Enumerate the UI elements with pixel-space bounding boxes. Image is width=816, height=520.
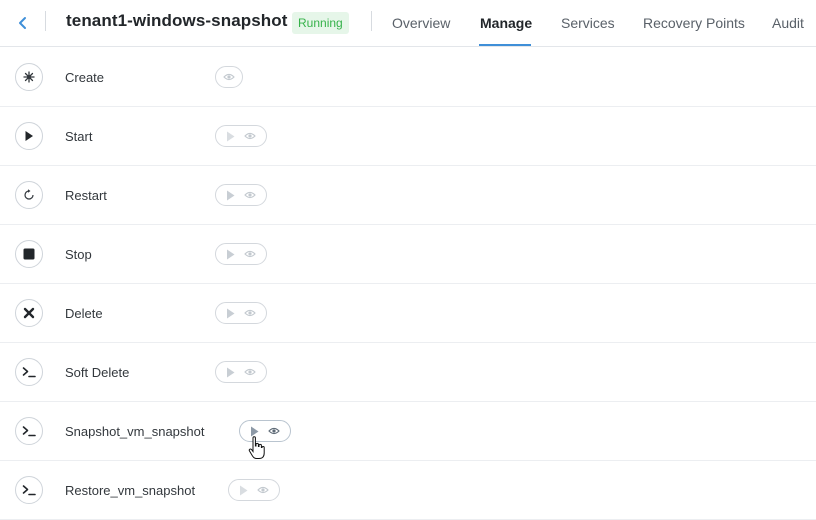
action-label: Restore_vm_snapshot xyxy=(65,483,196,498)
play-icon xyxy=(226,190,235,200)
play-icon xyxy=(25,131,33,141)
eye-icon xyxy=(268,427,281,435)
action-controls xyxy=(215,243,267,265)
action-icon xyxy=(15,417,43,445)
action-row-snapshot-vm-snapshot: Snapshot_vm_snapshot xyxy=(0,402,816,461)
action-label: Delete xyxy=(65,306,103,321)
action-controls xyxy=(228,479,280,501)
action-label: Create xyxy=(65,70,105,85)
play-icon xyxy=(226,131,235,141)
action-row-restart: Restart xyxy=(0,166,816,225)
view-button[interactable] xyxy=(244,132,257,140)
header-divider xyxy=(45,11,46,31)
run-button[interactable] xyxy=(226,249,235,260)
action-icon xyxy=(15,63,43,91)
action-controls xyxy=(215,302,267,324)
chevron-left-icon xyxy=(19,17,26,29)
action-label: Restart xyxy=(65,188,107,203)
tab-recovery-points[interactable]: Recovery Points xyxy=(643,15,745,31)
action-row-delete: Delete xyxy=(0,284,816,343)
action-icon xyxy=(15,240,43,268)
play-icon xyxy=(250,426,259,436)
terminal-icon xyxy=(22,426,36,437)
restart-icon xyxy=(24,189,34,200)
action-controls xyxy=(215,66,243,88)
eye-icon xyxy=(257,486,270,494)
eye-icon xyxy=(244,191,257,199)
eye-icon xyxy=(244,368,257,376)
action-row-create: Create xyxy=(0,48,816,107)
tab-audit[interactable]: Audit xyxy=(772,15,804,31)
run-button[interactable] xyxy=(226,367,235,378)
eye-icon xyxy=(244,309,257,317)
eye-icon xyxy=(244,250,257,258)
status-badge: Running xyxy=(292,12,349,34)
stop-icon xyxy=(23,248,35,260)
action-row-start: Start xyxy=(0,107,816,166)
action-label: Start xyxy=(65,129,93,144)
view-button[interactable] xyxy=(244,191,257,199)
header-divider xyxy=(371,11,372,31)
play-icon xyxy=(239,485,248,495)
terminal-icon xyxy=(22,485,36,496)
active-tab-indicator xyxy=(479,44,531,46)
action-icon xyxy=(15,476,43,504)
action-controls xyxy=(215,184,267,206)
action-label: Stop xyxy=(65,247,92,262)
run-button[interactable] xyxy=(226,190,235,201)
action-icon xyxy=(15,358,43,386)
action-controls xyxy=(239,420,291,442)
action-row-stop: Stop xyxy=(0,225,816,284)
page-title: tenant1-windows-snapshot xyxy=(66,11,288,30)
tab-overview[interactable]: Overview xyxy=(392,15,450,31)
back-button[interactable] xyxy=(12,12,34,34)
run-button[interactable] xyxy=(250,426,259,437)
close-icon xyxy=(23,307,35,319)
run-button[interactable] xyxy=(226,308,235,319)
eye-icon xyxy=(223,73,235,81)
run-button[interactable] xyxy=(226,131,235,142)
view-button[interactable] xyxy=(223,73,235,81)
play-icon xyxy=(226,308,235,318)
run-button[interactable] xyxy=(239,485,248,496)
action-icon xyxy=(15,299,43,327)
action-row-restore-vm-snapshot: Restore_vm_snapshot xyxy=(0,461,816,520)
page-header: tenant1-windows-snapshot Running Overvie… xyxy=(0,0,816,47)
action-label: Soft Delete xyxy=(65,365,130,380)
view-button[interactable] xyxy=(244,250,257,258)
action-icon xyxy=(15,122,43,150)
tab-manage[interactable]: Manage xyxy=(480,15,532,31)
action-controls xyxy=(215,361,267,383)
view-button[interactable] xyxy=(244,368,257,376)
view-button[interactable] xyxy=(268,427,281,435)
terminal-icon xyxy=(22,367,36,378)
play-icon xyxy=(226,367,235,377)
view-button[interactable] xyxy=(257,486,270,494)
tab-services[interactable]: Services xyxy=(561,15,615,31)
view-button[interactable] xyxy=(244,309,257,317)
action-row-soft-delete: Soft Delete xyxy=(0,343,816,402)
action-label: Snapshot_vm_snapshot xyxy=(65,424,205,439)
action-icon xyxy=(15,181,43,209)
play-icon xyxy=(226,249,235,259)
sparkle-icon xyxy=(23,71,35,83)
action-controls xyxy=(215,125,267,147)
eye-icon xyxy=(244,132,257,140)
